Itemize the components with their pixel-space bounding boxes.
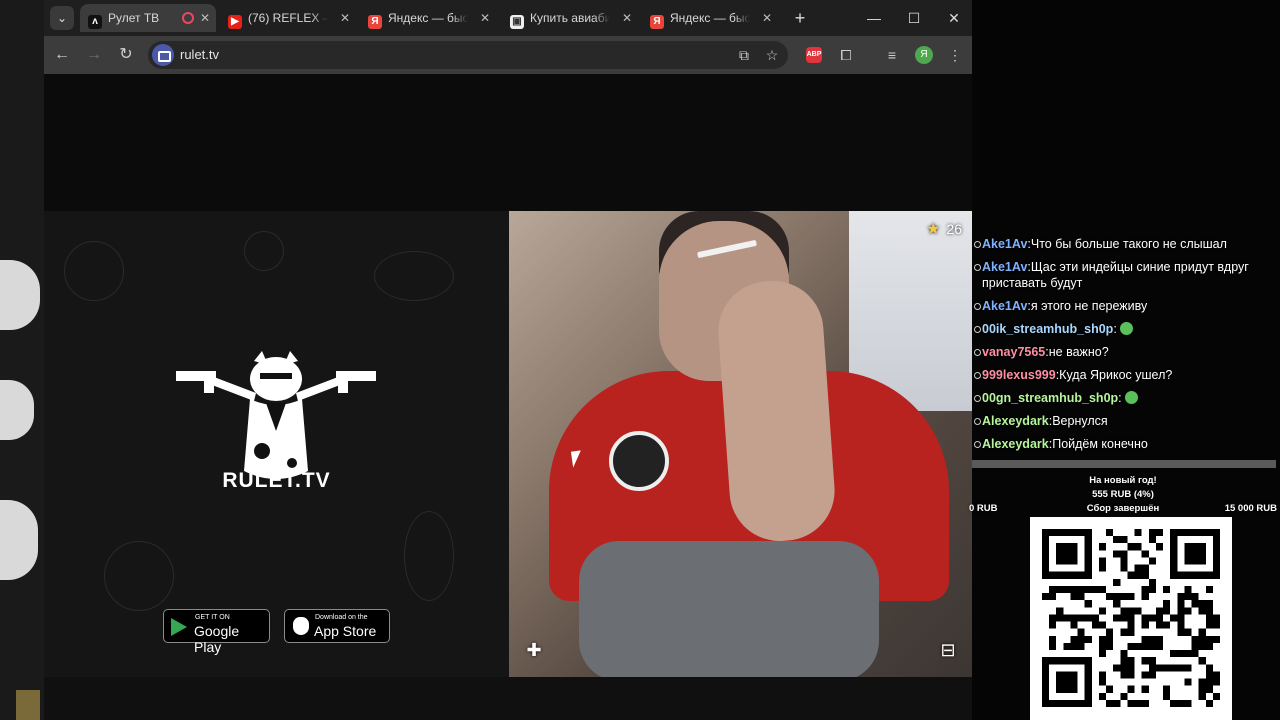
donation-goal-title: На новый год! [1089,475,1157,486]
app-store-label: App Store [314,623,377,639]
google-play-label: Google Play [194,623,240,655]
close-icon[interactable]: ✕ [622,4,632,32]
star-rating-badge[interactable]: ★ 26 [926,219,962,239]
reload-button[interactable]: ↻ [114,43,138,67]
star-icon: ★ [926,221,941,238]
chat-message: 00gn_streamhub_sh0p: [972,390,1280,406]
gift-icon[interactable]: ⊟ [935,637,961,663]
google-play-button[interactable]: GET IT ON Google Play [163,609,270,655]
tab-title: (76) REFLEX — П [248,11,328,25]
aviasales-icon: ▣ [510,15,524,29]
tab-yandex-1[interactable]: Я Яндекс — быстр ✕ [360,4,496,32]
address-bar[interactable]: rulet.tv ⧉ ☆ [148,41,788,69]
stream-chat: Ake1Av:Что бы больше такого не слышал Ak… [972,236,1280,458]
chat-emote-icon [1119,322,1133,335]
maximize-button[interactable]: ☐ [902,6,926,30]
chat-nick: Ake1Av [982,237,1028,251]
chat-message: Ake1Av:Щас эти индейцы синие придут вдру… [972,259,1280,291]
app-promo-panel: RULET.TV GET IT ON Google Play Download … [44,211,509,677]
rulet-icon: ᴧ [88,15,102,29]
yandex-icon: Я [650,15,664,29]
tab-youtube[interactable]: ▶ (76) REFLEX — П ✕ [220,4,356,32]
chat-message: Alexeydark:Вернулся [972,413,1280,429]
tab-yandex-2[interactable]: Я Яндекс — быстр ✕ [642,4,778,32]
yandex-icon: Я [368,15,382,29]
chat-text: Куда Ярикос ушел? [1059,368,1173,382]
bookmark-star-icon[interactable]: ☆ [760,43,784,67]
star-count: 26 [946,221,962,237]
chat-nick: Alexeydark [982,437,1049,451]
forward-button[interactable]: → [82,43,106,67]
youtube-icon: ▶ [228,15,242,29]
google-play-icon [171,618,187,636]
browser-window: ⌄ ᴧ Рулет ТВ ✕ ▶ (76) REFLEX — П ✕ Я Яндекс… [44,0,972,720]
close-icon[interactable]: ✕ [200,4,210,32]
tab-title: Яндекс — быстр [388,11,468,25]
chat-nick: 999lexus999 [982,368,1056,382]
webcam-video[interactable]: ★ 26 ✚ ⊟ [509,211,972,677]
chat-nick: Alexeydark [982,414,1049,428]
chat-message: Ake1Av:Что бы больше такого не слышал [972,236,1280,252]
browser-toolbar: ← → ↻ rulet.tv ⧉ ☆ ABP ⧠ ≡ Я ⋮ [44,36,972,74]
adblock-extension-icon[interactable]: ABP [806,47,822,63]
chat-message: vanay7565:не важно? [972,344,1280,360]
media-control-icon[interactable]: ≡ [880,43,904,67]
chevron-down-icon: ⌄ [56,11,68,25]
page-footer-area [44,677,972,720]
chat-nick: vanay7565 [982,345,1046,359]
close-icon[interactable]: ✕ [340,4,350,32]
profile-avatar[interactable]: Я [915,46,933,64]
stream-left-edge [0,0,44,720]
close-icon[interactable]: ✕ [480,4,490,32]
chat-message: 00ik_streamhub_sh0p: [972,321,1280,337]
donation-qr-code [1030,517,1232,720]
qr-code-image [1042,529,1220,707]
chat-nick: Ake1Av [982,260,1028,274]
chat-scroll-strip [972,460,1276,468]
page-content: RULET.TV GET IT ON Google Play Download … [44,74,972,720]
site-info-icon[interactable] [152,44,174,66]
chat-text: Пойдём конечно [1052,437,1148,451]
chat-message: Alexeydark:Пойдём конечно [972,436,1280,452]
install-app-icon[interactable]: ⧉ [732,43,756,67]
chat-text: я этого не переживу [1030,299,1148,313]
tab-title: Яндекс — быстр [670,11,750,25]
tab-title: Рулет ТВ [108,11,160,25]
menu-kebab-icon[interactable]: ⋮ [943,43,967,67]
chat-text: Что бы больше такого не слышал [1030,237,1227,251]
donation-amount: 555 RUB (4%) [1092,489,1154,500]
tab-bar: ⌄ ᴧ Рулет ТВ ✕ ▶ (76) REFLEX — П ✕ Я Яндекс… [44,0,972,36]
chat-nick: 00gn_streamhub_sh0p [982,391,1119,405]
page-header-area [44,74,972,211]
donation-goal-widget: На новый год! 555 RUB (4%) 0 RUB Сбор за… [966,472,1280,516]
recording-icon [182,12,194,24]
gamepad-icon[interactable]: ✚ [521,637,547,663]
extensions-puzzle-icon[interactable]: ⧠ [834,43,858,67]
apple-icon [293,617,309,635]
chat-message: Ake1Av:я этого не переживу [972,298,1280,314]
url-text[interactable]: rulet.tv [180,41,219,69]
chat-emote-icon [1124,391,1138,404]
tab-aviasales[interactable]: ▣ Купить авиабиле ✕ [502,4,638,32]
chat-text: Вернулся [1052,414,1108,428]
tab-rulet[interactable]: ᴧ Рулет ТВ ✕ [80,4,216,32]
chat-nick: Ake1Av [982,299,1028,313]
google-play-small-label: GET IT ON [195,614,230,621]
app-store-button[interactable]: Download on the App Store [284,609,390,643]
chat-message: 999lexus999:Куда Ярикос ушел? [972,367,1280,383]
close-window-button[interactable]: ✕ [942,6,966,30]
chat-text: не важно? [1048,345,1109,359]
brand-name: RULET.TV [222,469,331,492]
app-store-small-label: Download on the [315,614,368,621]
mouse-cursor [570,450,584,468]
tab-title: Купить авиабиле [530,11,610,25]
back-button[interactable]: ← [50,43,74,67]
minimize-button[interactable]: ― [862,6,886,30]
chat-nick: 00ik_streamhub_sh0p [982,322,1114,336]
new-tab-button[interactable]: + [788,6,812,30]
tab-search-button[interactable]: ⌄ [50,6,74,30]
close-icon[interactable]: ✕ [762,4,772,32]
donation-max: 15 000 RUB [1224,503,1277,514]
